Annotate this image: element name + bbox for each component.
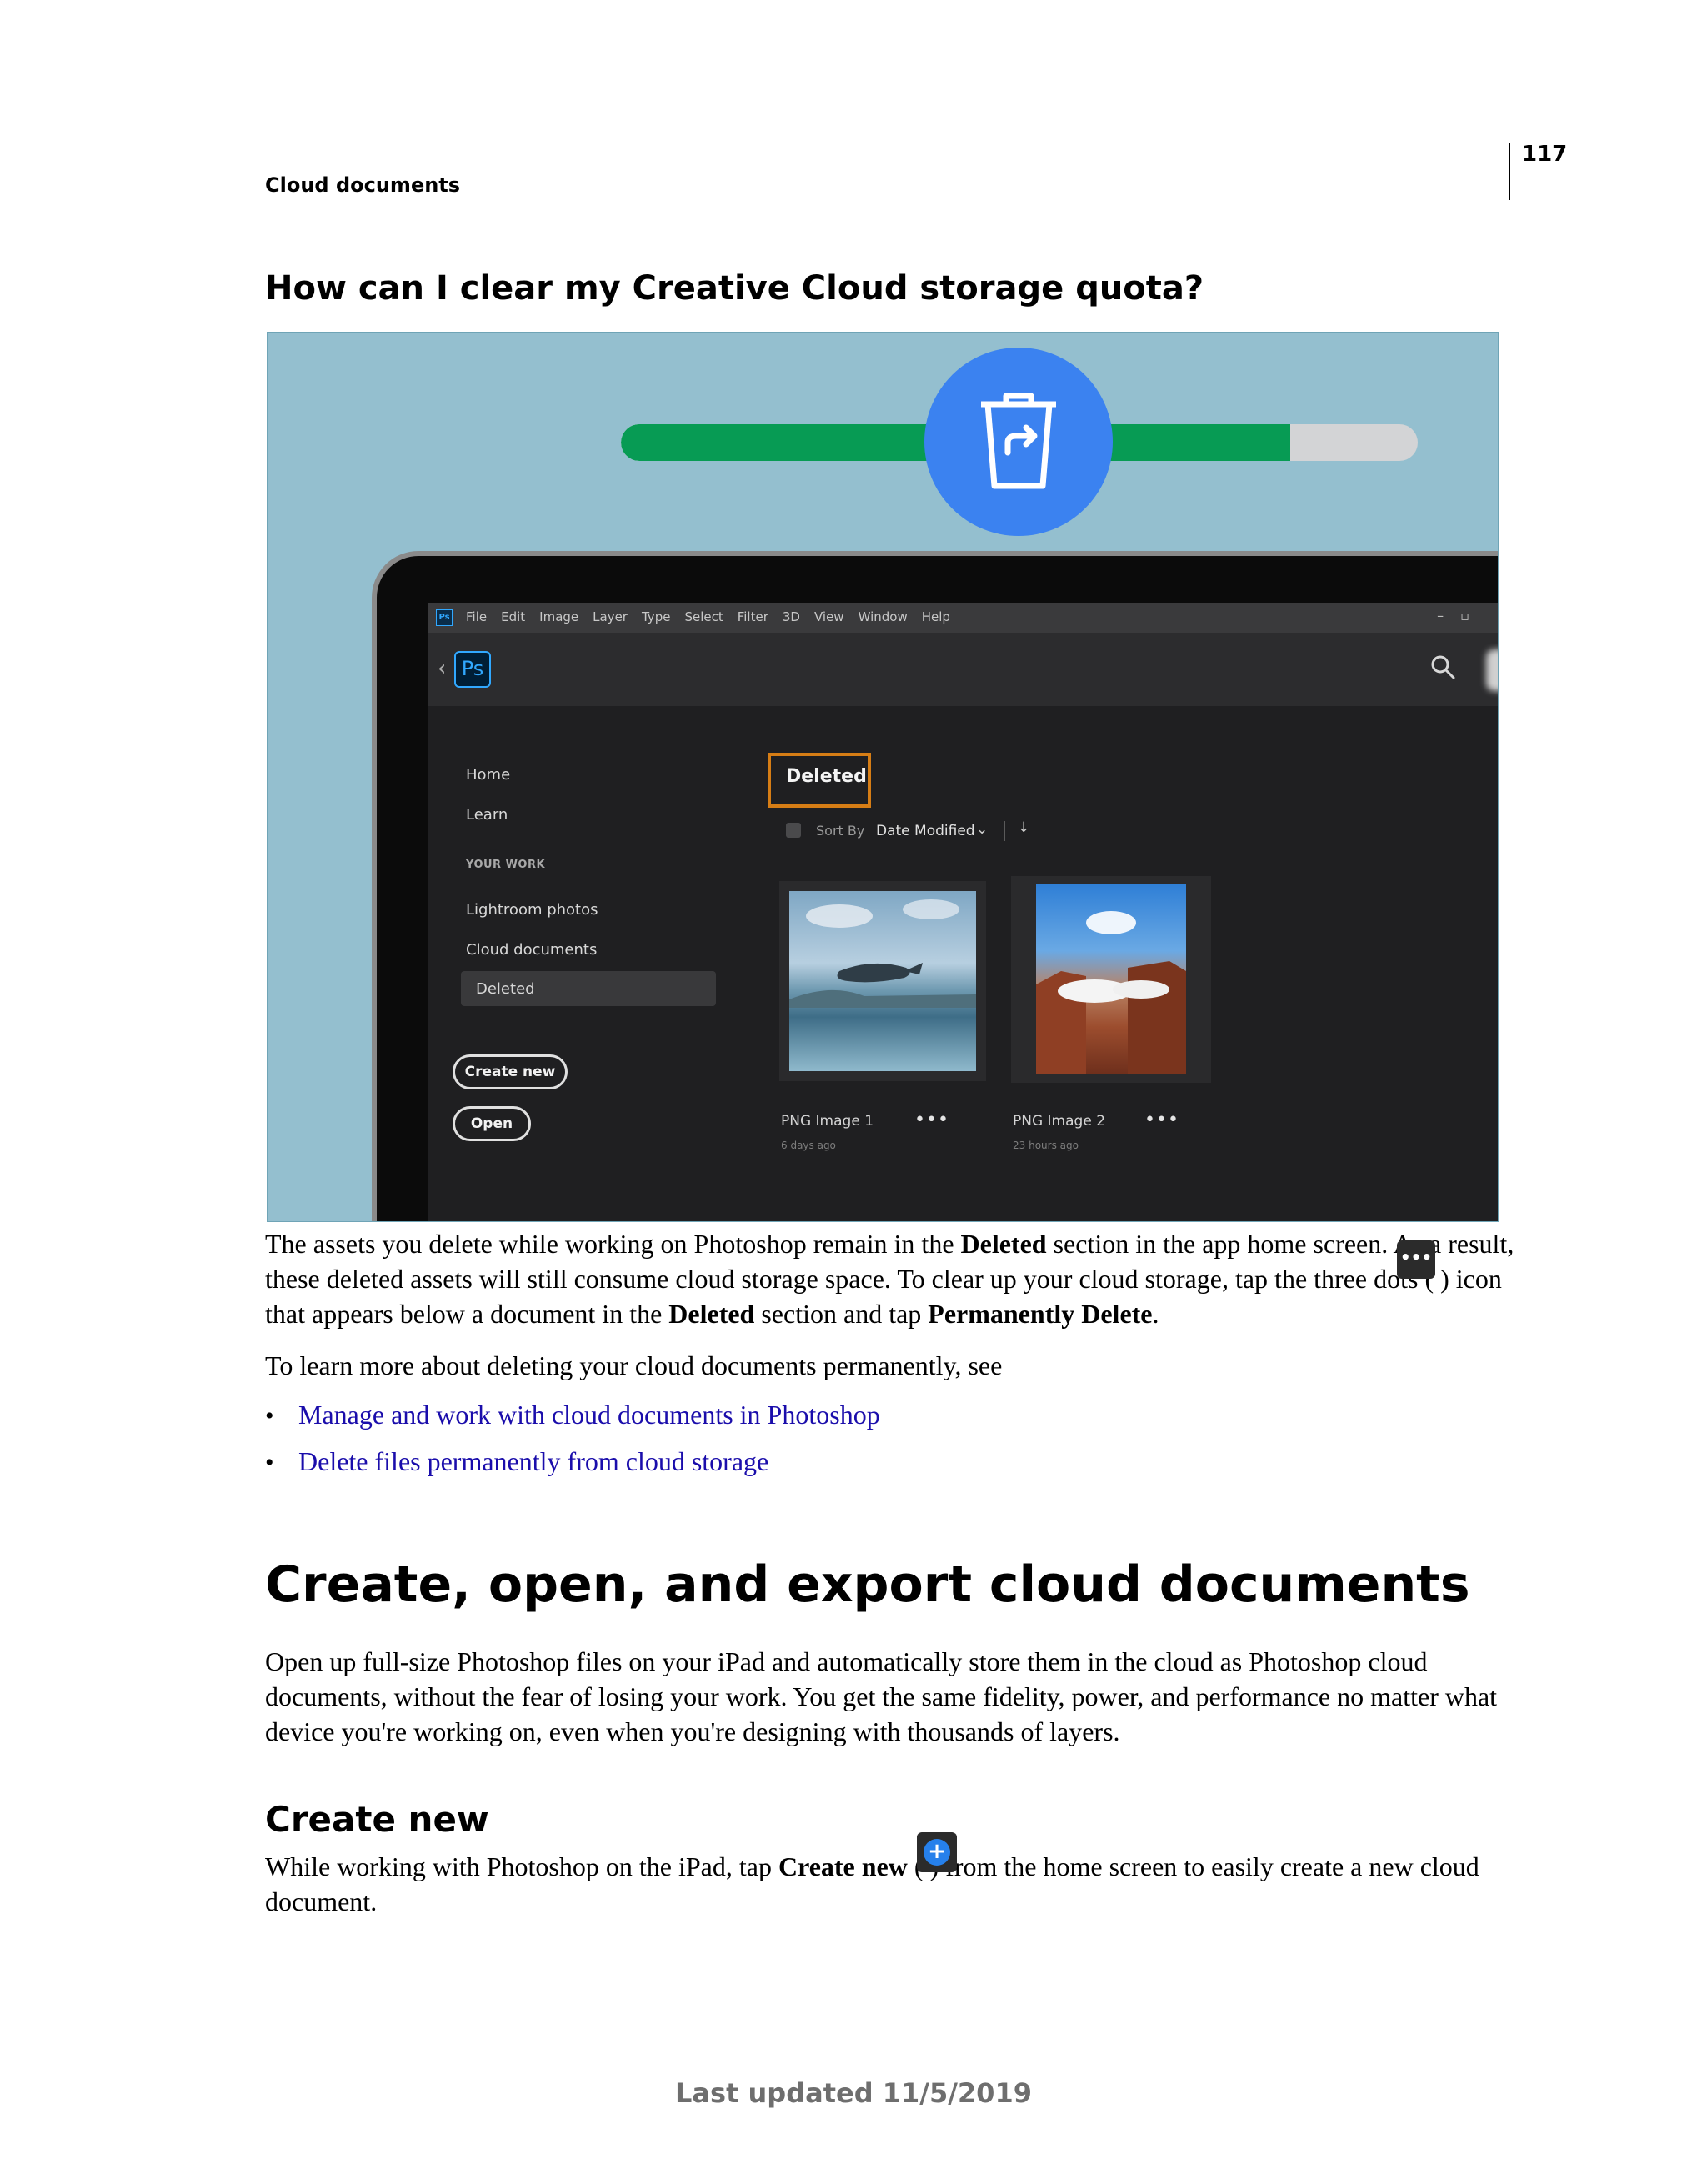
storage-illustration: Ps File Edit Image Layer Type Select Fil…: [267, 332, 1499, 1222]
minimize-icon[interactable]: –: [1437, 608, 1444, 624]
sidebar-group-label: YOUR WORK: [466, 859, 546, 871]
menu-layer[interactable]: Layer: [593, 609, 628, 624]
menu-select[interactable]: Select: [684, 609, 723, 624]
sidebar-item-learn[interactable]: Learn: [466, 806, 508, 824]
sidebar-item-lightroom-photos[interactable]: Lightroom photos: [466, 901, 598, 919]
link-delete-files-permanently[interactable]: Delete files permanently from cloud stor…: [298, 1446, 768, 1477]
running-section-title: Cloud documents: [265, 173, 461, 197]
sort-divider: [1004, 821, 1005, 841]
search-icon[interactable]: [1430, 654, 1455, 679]
section-heading: Create, open, and export cloud documents: [265, 1555, 1470, 1614]
deleted-content-area: Deleted Sort By Date Modified ⌄ ↓ PNG Im…: [726, 706, 1498, 1221]
menu-help[interactable]: Help: [922, 609, 950, 624]
document-card-name: PNG Image 1: [781, 1113, 874, 1130]
link-manage-cloud-documents[interactable]: Manage and work with cloud documents in …: [298, 1400, 880, 1430]
three-dots-icon: •••: [1397, 1240, 1435, 1279]
deleted-page-title: Deleted: [786, 766, 867, 787]
intro-paragraph-line: device you're working on, even when you'…: [265, 1716, 1120, 1746]
document-card-name: PNG Image 2: [1013, 1113, 1106, 1130]
app-bar: ‹ Ps: [428, 633, 1498, 706]
menu-type[interactable]: Type: [642, 609, 670, 624]
more-options-icon[interactable]: •••: [914, 1110, 949, 1130]
menu-bar: Ps File Edit Image Layer Type Select Fil…: [428, 603, 1498, 633]
menu-edit[interactable]: Edit: [501, 609, 525, 624]
document-card-time: 23 hours ago: [1013, 1140, 1079, 1151]
document-card-time: 6 days ago: [781, 1140, 836, 1151]
create-text-post: ( ) from the home screen to easily creat…: [907, 1851, 1479, 1881]
faq-heading: How can I clear my Creative Cloud storag…: [265, 269, 1204, 308]
menu-image[interactable]: Image: [539, 609, 578, 624]
bullet: •: [265, 1402, 274, 1430]
header-rule: [1509, 143, 1510, 200]
open-button[interactable]: Open: [453, 1106, 531, 1141]
sort-by-dropdown[interactable]: Date Modified: [876, 823, 975, 839]
canyon-image-thumbnail: [1036, 884, 1186, 1074]
menu-file[interactable]: File: [466, 609, 487, 624]
intro-paragraph-line: Open up full-size Photoshop files on you…: [265, 1646, 1428, 1676]
sidebar-item-home[interactable]: Home: [466, 766, 510, 784]
avatar[interactable]: [1486, 649, 1498, 691]
create-new-paragraph-line: document.: [265, 1886, 378, 1916]
page-number: 117: [1522, 142, 1568, 167]
body-paragraph-line: that appears below a document in the Del…: [265, 1299, 1159, 1329]
sort-direction-icon[interactable]: ↓: [1018, 819, 1029, 836]
body-paragraph-line: these deleted assets will still consume …: [265, 1264, 1502, 1294]
create-new-term: Create new: [778, 1851, 908, 1881]
menu-filter[interactable]: Filter: [738, 609, 768, 624]
select-all-checkbox[interactable]: [786, 823, 801, 838]
menu-items: File Edit Image Layer Type Select Filter…: [466, 609, 950, 624]
whale-image-thumbnail: [789, 891, 976, 1071]
document-card-thumbnail[interactable]: [779, 881, 986, 1081]
document-card-thumbnail[interactable]: [1011, 876, 1211, 1083]
menu-3d[interactable]: 3D: [783, 609, 800, 624]
chevron-down-icon[interactable]: ⌄: [976, 821, 988, 838]
sidebar: Home Learn YOUR WORK Lightroom photos Cl…: [428, 706, 726, 1221]
restore-trash-icon: [924, 348, 1113, 536]
menu-window[interactable]: Window: [859, 609, 908, 624]
plus-icon: +: [924, 1839, 950, 1866]
sort-by-label: Sort By: [816, 823, 865, 839]
subsection-heading: Create new: [265, 1799, 489, 1840]
create-new-button[interactable]: Create new: [453, 1054, 568, 1089]
photoshop-home-screen: Ps File Edit Image Layer Type Select Fil…: [428, 603, 1498, 1221]
menu-view[interactable]: View: [814, 609, 844, 624]
create-text-pre: While working with Photoshop on the iPad…: [265, 1851, 778, 1881]
sidebar-item-cloud-documents[interactable]: Cloud documents: [466, 941, 597, 959]
more-options-icon[interactable]: •••: [1144, 1110, 1179, 1130]
photoshop-logo: Ps: [454, 651, 491, 688]
create-new-paragraph-line: While working with Photoshop on the iPad…: [265, 1849, 1499, 1884]
body-paragraph: To learn more about deleting your cloud …: [265, 1350, 1003, 1380]
window-controls: – ▫: [1437, 608, 1469, 624]
body-paragraph-line: The assets you delete while working on P…: [265, 1229, 1514, 1259]
create-new-icon: +: [917, 1832, 957, 1872]
footer-last-updated: Last updated 11/5/2019: [675, 2077, 1032, 2109]
bullet: •: [265, 1449, 274, 1476]
back-chevron-icon[interactable]: ‹: [438, 656, 446, 681]
intro-paragraph-line: documents, without the fear of losing yo…: [265, 1681, 1498, 1711]
maximize-icon[interactable]: ▫: [1460, 608, 1469, 624]
sidebar-item-deleted[interactable]: Deleted: [476, 980, 535, 998]
photoshop-mini-logo: Ps: [436, 609, 453, 626]
